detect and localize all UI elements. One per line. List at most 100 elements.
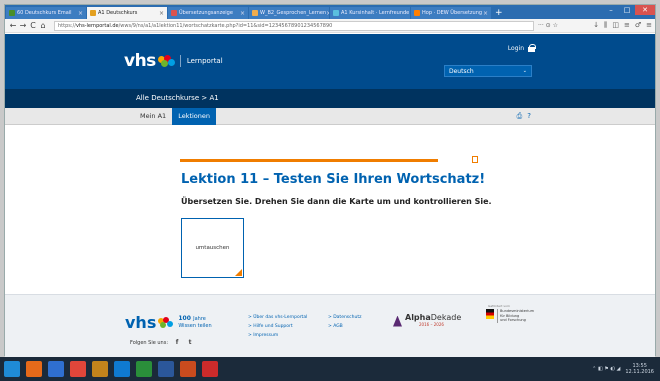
tab-3[interactable]: W_B2_Gesprochen_Lernen ×	[249, 7, 329, 19]
lesson-title: Lektion 11 – Testen Sie Ihren Wortschatz…	[181, 172, 486, 187]
tab-label: Hop · DEW Übersetzung	[422, 10, 483, 16]
acrobat-icon[interactable]	[202, 361, 218, 377]
footer-logo-text: vhs	[125, 313, 157, 332]
clock[interactable]: 13:55 12.11.2016	[625, 363, 654, 375]
tab-mein-a1[interactable]: Mein A1	[134, 108, 172, 125]
close-tab-icon[interactable]: ×	[409, 10, 410, 17]
flashcard[interactable]: umtauschen	[181, 218, 244, 278]
close-tab-icon[interactable]: ×	[159, 10, 164, 17]
tray-icons[interactable]: ⌃ ◧ ⚑ ◖) ◢	[592, 366, 620, 372]
favicon-icon	[252, 10, 258, 16]
url-domain: vhs-lernportal.de	[75, 22, 119, 29]
lesson-content: Lektion 11 – Testen Sie Ihren Wortschatz…	[5, 126, 655, 294]
logo-blobs-icon	[157, 55, 176, 67]
language-select[interactable]: Deutsch ⌄	[444, 65, 532, 77]
footer-tagline: Wissen teilen	[178, 323, 212, 329]
maximize-button[interactable]: □	[619, 5, 635, 15]
login-button[interactable]: Login	[508, 44, 536, 52]
follow-label: Folgen Sie uns:	[130, 340, 169, 346]
favicon-icon	[333, 10, 339, 16]
footer-link-imprint[interactable]: > Impressum	[248, 333, 328, 338]
breadcrumb[interactable]: Alle Deutschkurse > A1	[5, 89, 655, 108]
flashcard-word: umtauschen	[195, 245, 230, 251]
close-tab-icon[interactable]: ×	[326, 10, 329, 17]
close-tab-icon[interactable]: ×	[240, 10, 245, 17]
start-button[interactable]	[4, 361, 20, 377]
clock-date: 12.11.2016	[625, 369, 654, 375]
sidebar-icon[interactable]: ◫	[612, 21, 619, 30]
close-tab-icon[interactable]: ×	[483, 10, 488, 17]
bmbf-logo[interactable]: Gefördert vom Bundesministerium für Bild…	[486, 304, 534, 323]
footer-link-help[interactable]: > Hilfe und Support	[248, 324, 328, 329]
tab-4[interactable]: A1 Kursinhalt · Lernfreunde×	[330, 7, 410, 19]
close-window-button[interactable]: ✕	[635, 5, 655, 15]
menu-icon[interactable]: ≡	[646, 21, 652, 30]
url-path: /wws/9/ns/a1/a1lektion11/wortschatzkarte…	[118, 22, 333, 29]
window-controls: – □ ✕	[603, 5, 655, 15]
navigation-bar: ← → C ⌂ https://vhs-lernportal.de/wws/9/…	[5, 19, 655, 33]
bmbf-prefix: Gefördert vom	[488, 304, 510, 308]
print-icon[interactable]: ⎙	[517, 112, 523, 121]
chrome-icon[interactable]	[180, 361, 196, 377]
tab-5[interactable]: Hop · DEW Übersetzung ×	[411, 7, 491, 19]
alpha-years: 2016 – 2026	[419, 322, 444, 327]
footer-link-about[interactable]: > Über das vhs-Lernportal	[248, 315, 328, 320]
tab-0[interactable]: 60 Deutschkurs Email ×	[6, 7, 86, 19]
twitter-icon[interactable]: t	[186, 339, 194, 347]
reader-icon[interactable]: ≡	[624, 21, 630, 30]
firefox-icon[interactable]	[26, 361, 42, 377]
minimize-button[interactable]: –	[603, 5, 619, 15]
file-explorer-icon[interactable]	[92, 361, 108, 377]
tab-1[interactable]: A1 Deutschkurs ×	[87, 7, 167, 19]
library-icon[interactable]: ⫼	[604, 21, 607, 30]
flip-corner-icon[interactable]	[235, 269, 242, 276]
favicon-icon	[414, 10, 420, 16]
url-prefix: https://	[58, 22, 76, 29]
vhs-logo[interactable]: vhs Lernportal	[124, 51, 223, 71]
alphadekade-text: AlphaDekade 2016 – 2026	[405, 314, 461, 328]
footer-link-agb[interactable]: > AGB	[328, 324, 388, 329]
forward-button[interactable]: →	[18, 21, 28, 30]
edge-icon[interactable]	[48, 361, 64, 377]
footer-links: > Über das vhs-Lernportal > Datenschutz …	[248, 315, 388, 338]
tab-lektionen[interactable]: Lektionen	[172, 107, 217, 125]
toolbar-icons: ↓ ⫼ ◫ ≡ ♂ ≡	[593, 21, 652, 30]
language-value: Deutsch	[449, 67, 474, 75]
favicon-icon	[171, 10, 177, 16]
photos-icon[interactable]	[136, 361, 152, 377]
reload-button[interactable]: C	[28, 21, 38, 30]
address-bar[interactable]: https://vhs-lernportal.de/wws/9/ns/a1/a1…	[54, 20, 534, 31]
subnav-icons: ⎙ ?	[517, 112, 531, 121]
tab-2[interactable]: Übersetzungsanzeige ×	[168, 7, 248, 19]
alphadekade-mark-icon	[393, 315, 402, 327]
notes-icon[interactable]	[472, 156, 478, 163]
footer-link-privacy[interactable]: > Datenschutz	[328, 315, 388, 320]
account-icon[interactable]: ♂	[635, 21, 641, 30]
powerpoint-icon[interactable]	[70, 361, 86, 377]
system-tray: ⌃ ◧ ⚑ ◖) ◢ 13:55 12.11.2016	[592, 357, 654, 381]
back-button[interactable]: ←	[8, 21, 18, 30]
favicon-icon	[9, 10, 15, 16]
outlook-icon[interactable]	[114, 361, 130, 377]
close-tab-icon[interactable]: ×	[78, 10, 83, 17]
page-actions[interactable]: ··· ⊙ ☆	[538, 22, 558, 29]
home-button[interactable]: ⌂	[38, 21, 48, 30]
new-tab-button[interactable]: +	[495, 7, 503, 19]
site-footer: vhs 100 Jahre Wissen teilen Folgen Sie u…	[5, 294, 655, 357]
taskbar: ⌃ ◧ ⚑ ◖) ◢ 13:55 12.11.2016	[0, 357, 660, 381]
help-icon[interactable]: ?	[527, 112, 531, 121]
federal-eagle-icon	[486, 309, 494, 319]
social-follow: Folgen Sie uns: f t	[130, 339, 194, 347]
alphadekade-logo[interactable]: AlphaDekade 2016 – 2026	[393, 314, 461, 328]
word-icon[interactable]	[158, 361, 174, 377]
sub-navigation: Mein A1 Lektionen ⎙ ?	[5, 107, 655, 125]
vhs-100-logo: vhs 100 Jahre Wissen teilen	[125, 313, 212, 332]
portal-label: Lernportal	[186, 57, 223, 65]
download-icon[interactable]: ↓	[593, 21, 599, 30]
favicon-icon	[90, 10, 96, 16]
jahre-block: 100 Jahre Wissen teilen	[178, 315, 211, 330]
lock-icon	[528, 44, 536, 52]
logo-blobs-icon	[158, 316, 176, 329]
lesson-instruction: Übersetzen Sie. Drehen Sie dann die Kart…	[181, 197, 492, 206]
facebook-icon[interactable]: f	[173, 339, 181, 347]
